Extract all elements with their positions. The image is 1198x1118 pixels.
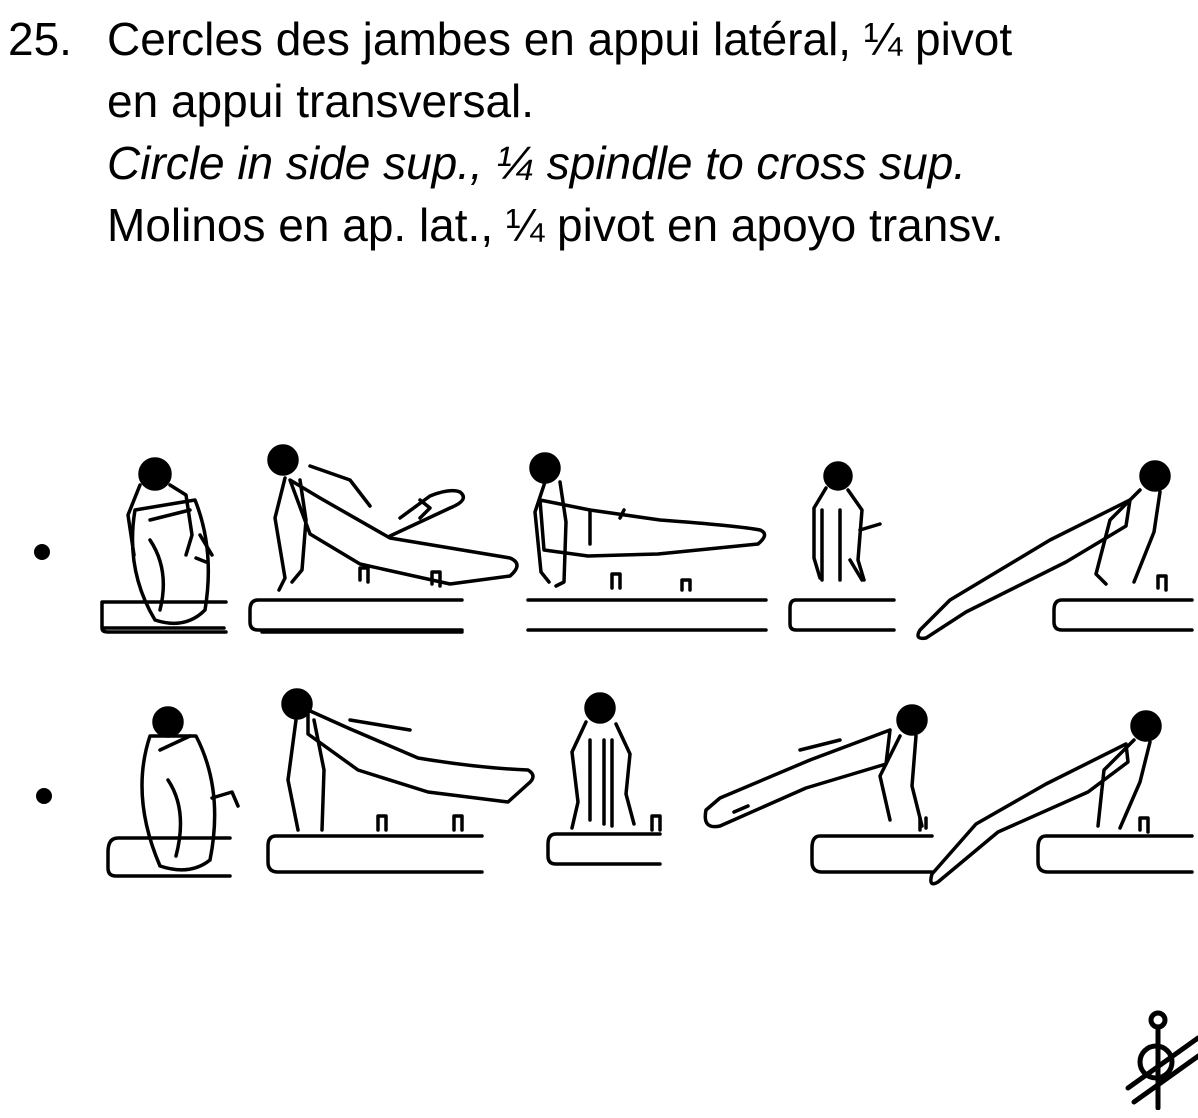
element-number: 25.	[8, 13, 72, 65]
row-2-figure-3	[548, 694, 660, 864]
pommel-horse-symbol-icon	[1120, 1010, 1198, 1110]
row-1-figure-2	[250, 446, 517, 632]
french-name-line-2: en appui transversal.	[107, 75, 535, 127]
row-1-bullet	[34, 544, 50, 560]
row-2-bullet	[36, 788, 52, 804]
element-description: Cercles des jambes en appui latéral, ¼ p…	[107, 8, 1192, 256]
row-2-figure-5	[931, 712, 1192, 884]
row-2-figure-2	[268, 690, 533, 872]
row-1-figure-3	[528, 454, 766, 630]
row-1-figure-5	[918, 462, 1192, 638]
spanish-name: Molinos en ap. lat., ¼ pivot en apoyo tr…	[107, 199, 1004, 251]
english-name: Circle in side sup., ¼ spindle to cross …	[107, 137, 967, 189]
row-2-figure-1	[108, 708, 238, 876]
row-1-figure-4	[790, 463, 894, 630]
skill-illustration	[34, 440, 1198, 910]
row-2-figure-4	[705, 706, 932, 872]
row-1-figure-1	[102, 459, 226, 632]
french-name-line-1: Cercles des jambes en appui latéral, ¼ p…	[107, 13, 1013, 65]
